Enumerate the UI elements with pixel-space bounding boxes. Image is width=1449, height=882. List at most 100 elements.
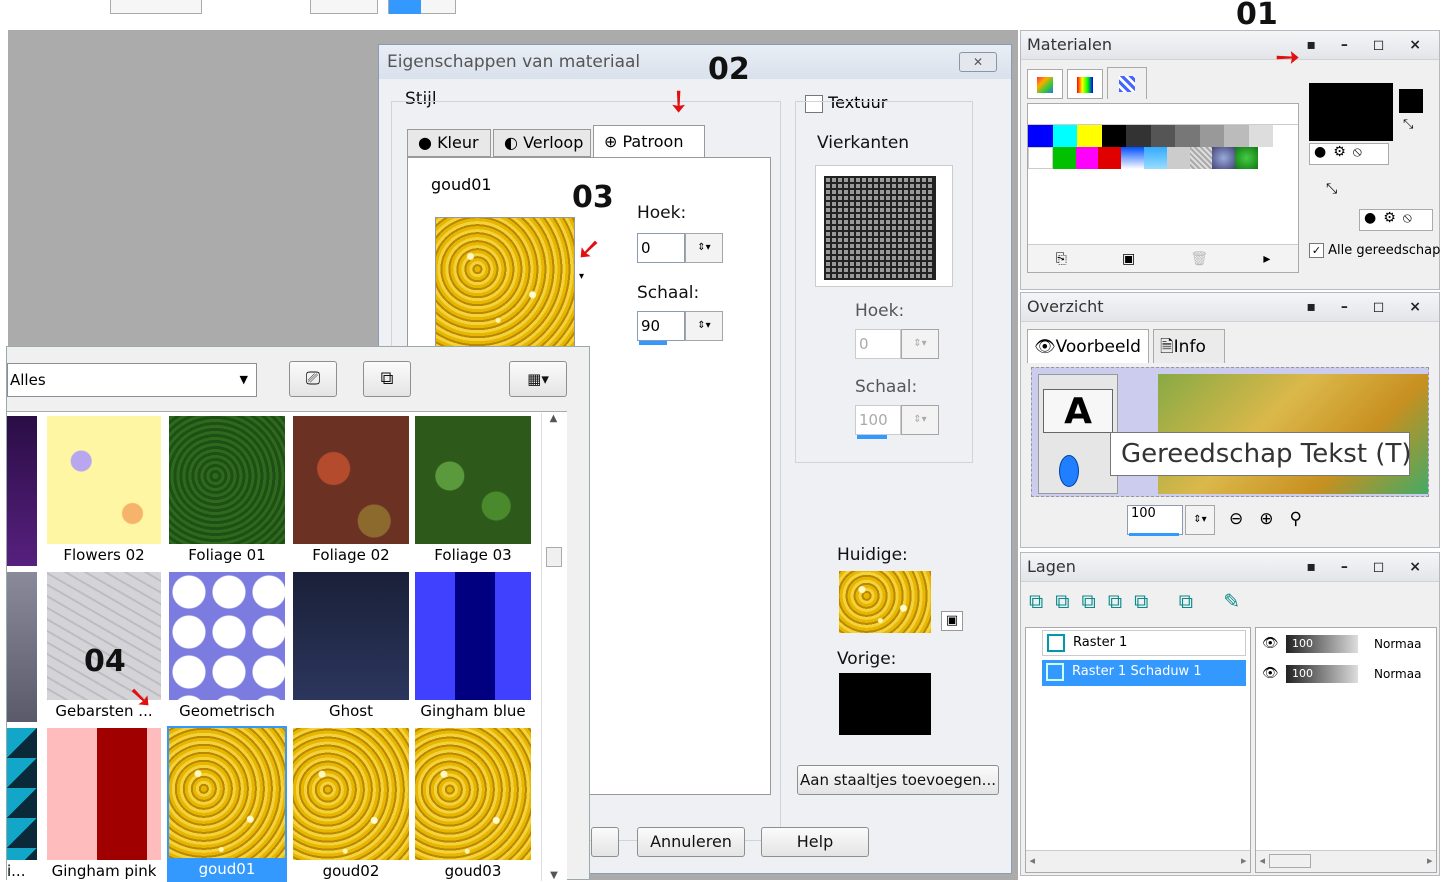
layer-icon (1047, 634, 1065, 652)
cancel-button[interactable]: Annuleren (637, 827, 745, 857)
pattern-dropdown-icon[interactable]: ▾ (579, 271, 584, 282)
opacity-slider[interactable]: 100 (1286, 635, 1358, 653)
swap-colors-icon[interactable]: ⤡ (1403, 117, 1423, 137)
zoom-spinner[interactable]: ⇕▾ (1185, 505, 1215, 535)
layer-row[interactable]: Raster 1 (1042, 630, 1246, 656)
pattern-swatch[interactable]: Flowers 02 (47, 416, 161, 566)
pattern-tab-icon[interactable] (1107, 67, 1147, 99)
props-hscroll[interactable]: ◂ ▸ (1256, 850, 1436, 872)
layer-prop-row[interactable]: 👁 100 Normaa (1256, 632, 1438, 656)
scroll-down-icon[interactable]: ▼ (542, 870, 566, 881)
pattern-swatch[interactable]: Gingham pink (47, 728, 161, 882)
layer-hscroll[interactable]: ◂ ▸ (1026, 850, 1250, 872)
pattern-swatch[interactable]: Ghost (293, 572, 409, 722)
toolbar-field[interactable] (110, 0, 202, 14)
layer-row-selected[interactable]: Raster 1 Schaduw 1 (1042, 660, 1246, 686)
pattern-swatch-partial[interactable] (7, 416, 37, 566)
texture-preview (824, 176, 936, 280)
angle-input[interactable]: 0 (637, 233, 685, 263)
copy-icon[interactable]: ⧉ (363, 361, 411, 397)
previous-label: Vorige: (837, 649, 897, 669)
overview-preview[interactable]: A Gereedschap Tekst (T) (1031, 367, 1429, 497)
eye-icon[interactable]: 👁 (1262, 632, 1279, 656)
picker-scrollbar[interactable]: ▲ ▼ (541, 413, 565, 881)
toolbar-field[interactable] (388, 0, 456, 14)
swap-arrow-icon[interactable]: ⤡ (1326, 181, 1337, 197)
link-icon[interactable]: ▣ (941, 611, 963, 631)
panel-title: Overzicht ▪ – ◻ × (1021, 293, 1439, 322)
foreground-mini-swatch[interactable] (1399, 89, 1423, 113)
filter-dropdown[interactable]: Alles ▼ (7, 363, 257, 397)
layer-toolbar[interactable]: ⧉⧉⧉⧉⧉ ⧉ ✎ (1029, 589, 1329, 621)
delete-swatch-icon[interactable]: 🗑 (1190, 251, 1208, 267)
current-material-swatch (839, 571, 931, 633)
scale-bar (639, 341, 667, 345)
pattern-swatch[interactable]: goud02 (293, 728, 409, 882)
scale-spinner[interactable]: ⇕▾ (685, 311, 723, 341)
fill-style-icons[interactable]: ●⚙⦸ (1309, 143, 1389, 165)
texture-angle-label: Hoek: (855, 301, 905, 321)
scroll-thumb[interactable] (546, 547, 562, 567)
edit-swatch-icon[interactable]: ▣ (1122, 251, 1135, 267)
zoom-icons[interactable]: ⊖⊕⚲ (1229, 509, 1318, 529)
texture-scale-bar (857, 435, 887, 439)
blend-mode[interactable]: Normaa (1374, 632, 1421, 656)
eye-icon[interactable]: 👁 (1262, 662, 1279, 686)
scroll-up-icon[interactable]: ▲ (542, 413, 565, 424)
close-icon[interactable]: ✕ (959, 52, 997, 72)
texture-angle-input[interactable]: 0 (855, 329, 901, 359)
pattern-swatch-selected[interactable]: goud01 (167, 726, 287, 882)
pattern-swatch[interactable]: Geometrisch (169, 572, 285, 722)
red-arrow-icon: ➘ (571, 236, 607, 263)
text-tool-icon[interactable]: A (1043, 389, 1113, 433)
swatch-toolbar: ⎘ ▣ 🗑 ▸ (1028, 244, 1298, 272)
gradient-tab-icon[interactable] (1067, 69, 1103, 99)
panel-window-buttons[interactable]: ▪ – ◻ × (1307, 293, 1431, 321)
step-badge-01: 01 (1236, 0, 1278, 32)
pattern-swatch-partial[interactable] (7, 572, 37, 722)
tab-voorbeeld[interactable]: 👁Voorbeeld (1027, 329, 1149, 363)
background-style-icons[interactable]: ●⚙⦸ (1359, 209, 1433, 231)
palette-tab-icon[interactable] (1027, 69, 1063, 99)
layer-prop-row[interactable]: 👁 100 Normaa (1256, 662, 1438, 686)
pattern-swatch-partial[interactable]: i... (7, 728, 37, 882)
ellipse-tool-icon[interactable] (1059, 455, 1079, 487)
view-mode-icon[interactable]: ▦▾ (509, 361, 567, 397)
pattern-swatch[interactable]: Foliage 03 (415, 416, 531, 566)
picker-action-icon[interactable]: ⎚ (289, 361, 337, 397)
panel-window-buttons[interactable]: ▪ – ◻ × (1307, 553, 1431, 581)
texture-preview-frame[interactable] (815, 165, 953, 287)
zoom-input[interactable]: 100 (1127, 505, 1183, 535)
half-circle-icon: ◐ (504, 133, 518, 152)
pattern-preview[interactable] (435, 217, 575, 347)
new-swatch-icon[interactable]: ⎘ (1056, 251, 1067, 267)
tab-verloop[interactable]: ◐ Verloop (493, 129, 591, 157)
previous-material-swatch[interactable] (839, 673, 931, 735)
red-arrow-icon: ➘ (128, 680, 154, 715)
pattern-swatch[interactable]: Gingham blue (415, 572, 531, 722)
texture-scale-input[interactable]: 100 (855, 405, 901, 435)
more-arrow-icon[interactable]: ▸ (1263, 251, 1270, 267)
pattern-swatch[interactable]: Foliage 02 (293, 416, 409, 566)
opacity-slider[interactable]: 100 (1286, 665, 1358, 683)
help-button[interactable]: Help (761, 827, 869, 857)
scale-input[interactable]: 90 (637, 311, 685, 341)
all-tools-checkbox[interactable]: ✓ Alle gereedschap (1309, 243, 1440, 258)
tab-info[interactable]: 🗎Info (1153, 329, 1225, 363)
pattern-swatch[interactable]: goud03 (415, 728, 531, 882)
swatch-grid[interactable]: ⎘ ▣ 🗑 ▸ (1027, 103, 1299, 273)
angle-spinner[interactable]: ⇕▾ (685, 233, 723, 263)
add-swatch-button[interactable]: Aan staaltjes toevoegen... (797, 765, 999, 795)
ok-button[interactable] (591, 827, 619, 857)
pattern-picker: Alles ▼ ⎚ ⧉ ▦▾ Flowers 02 Foliage 01 Foli… (6, 346, 590, 882)
pattern-swatch[interactable]: Foliage 01 (169, 416, 285, 566)
foreground-color-swatch[interactable] (1309, 83, 1393, 141)
layer-list: Raster 1 Raster 1 Schaduw 1 ◂ ▸ (1025, 627, 1251, 873)
tab-patroon[interactable]: ⊕ Patroon (593, 125, 705, 159)
texture-scale-spinner[interactable]: ⇕▾ (901, 405, 939, 435)
toolbar-field[interactable] (310, 0, 378, 14)
texture-angle-spinner[interactable]: ⇕▾ (901, 329, 939, 359)
tab-kleur[interactable]: ● Kleur (407, 129, 491, 157)
blend-mode[interactable]: Normaa (1374, 662, 1421, 686)
panel-window-buttons[interactable]: ▪ – ◻ × (1307, 31, 1431, 59)
